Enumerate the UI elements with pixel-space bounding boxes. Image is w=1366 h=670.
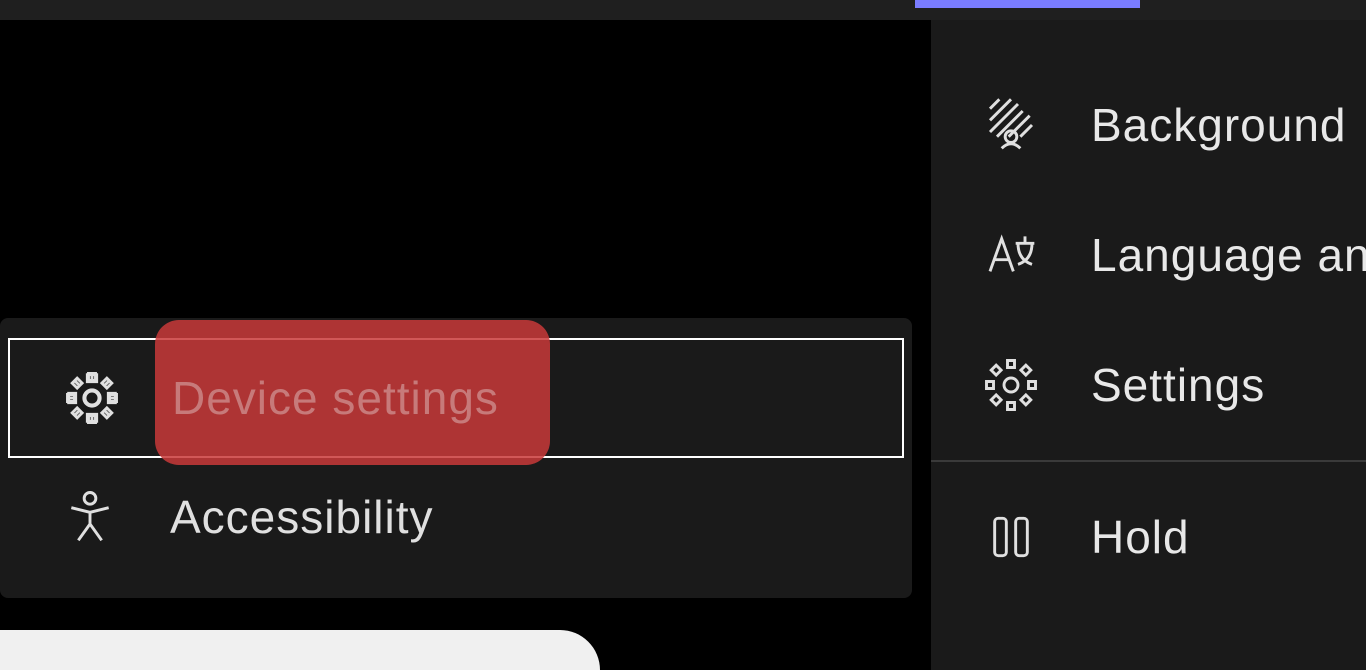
bottom-curve <box>0 630 600 670</box>
menu-item-settings[interactable]: Settings <box>931 320 1366 450</box>
right-menu-panel: Background Language an Settings <box>931 20 1366 670</box>
menu-item-label: Background <box>1091 98 1347 152</box>
submenu-item-accessibility[interactable]: Accessibility <box>0 458 912 576</box>
menu-item-language[interactable]: Language an <box>931 190 1366 320</box>
gear-icon <box>981 355 1041 415</box>
tab-indicator <box>915 0 1140 8</box>
menu-separator <box>931 460 1366 462</box>
menu-item-label: Language an <box>1091 228 1366 282</box>
submenu-item-label: Accessibility <box>170 490 434 544</box>
hold-icon <box>981 507 1041 567</box>
submenu-item-label: Device settings <box>172 371 499 425</box>
submenu-item-device-settings[interactable]: Device settings <box>8 338 904 458</box>
menu-item-label: Settings <box>1091 358 1265 412</box>
language-icon <box>981 225 1041 285</box>
background-icon <box>981 95 1041 155</box>
submenu-panel: Device settings Accessibility <box>0 318 912 598</box>
gear-icon <box>62 368 122 428</box>
top-bar <box>0 0 1366 20</box>
menu-item-label: Hold <box>1091 510 1190 564</box>
menu-item-background[interactable]: Background <box>931 60 1366 190</box>
accessibility-icon <box>60 487 120 547</box>
menu-item-hold[interactable]: Hold <box>931 472 1366 602</box>
